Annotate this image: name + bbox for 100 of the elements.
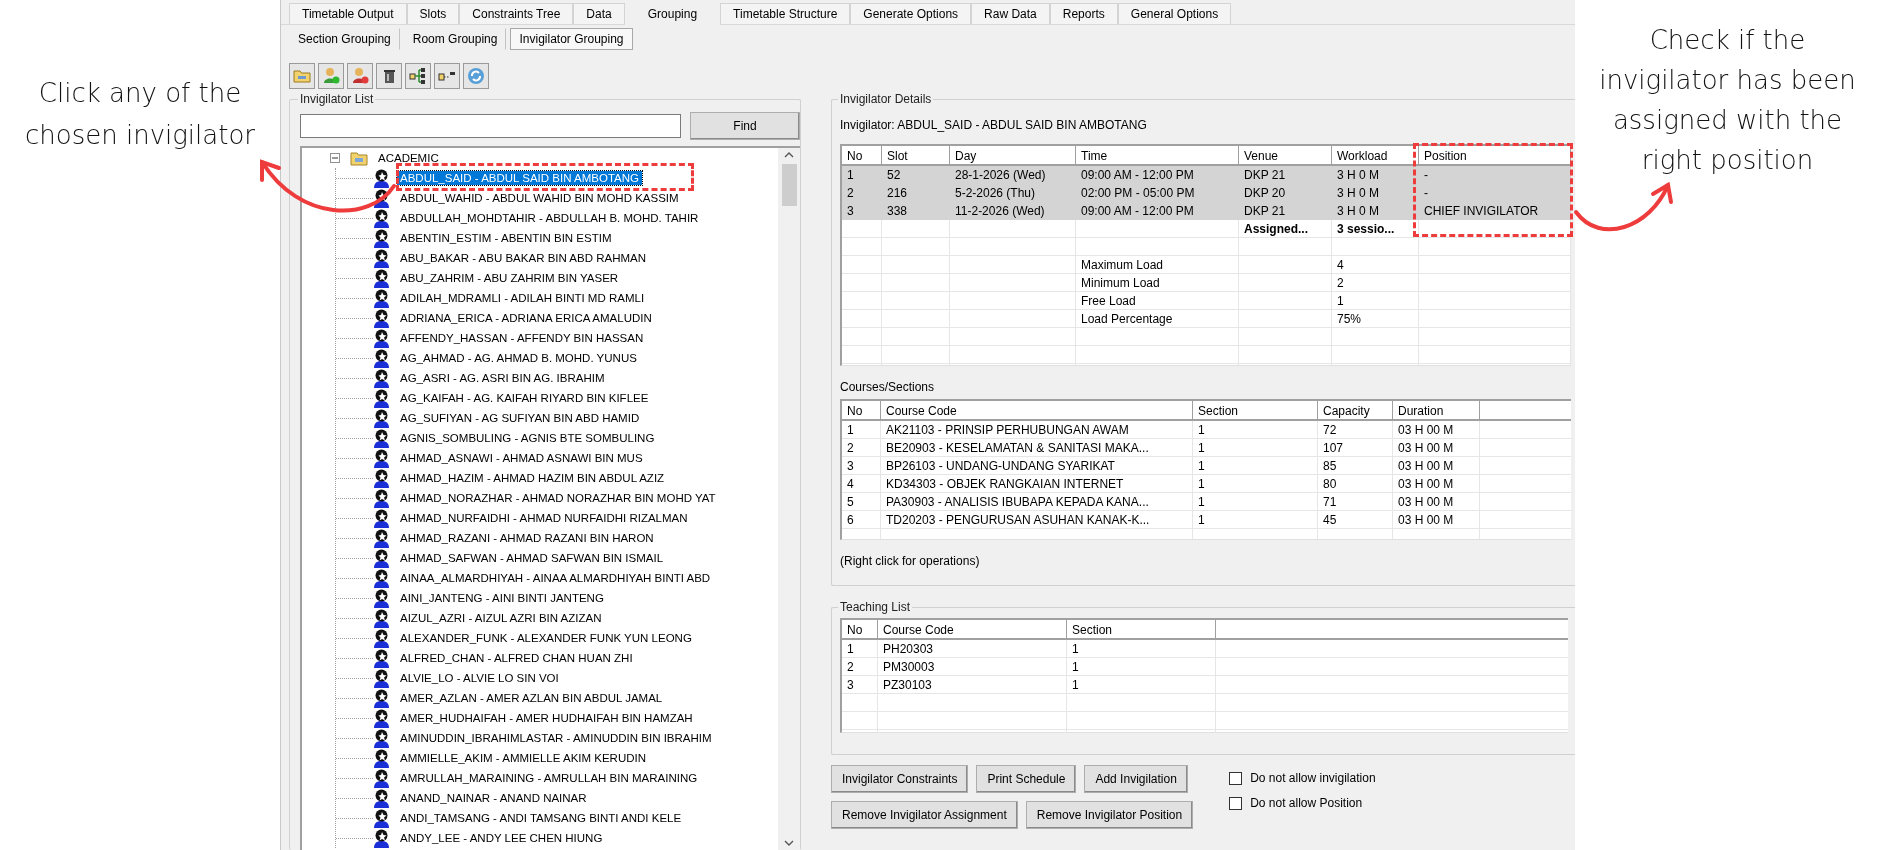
tree-item[interactable]: AINAA_ALMARDHIYAH - AINAA ALMARDHIYAH BINTI ABD	[397, 571, 714, 585]
tree-item[interactable]: AHMAD_SAFWAN - AHMAD SAFWAN BIN ISMAIL	[397, 551, 667, 565]
person-icon	[373, 208, 390, 228]
tab[interactable]: Timetable Structure	[720, 3, 851, 24]
table-cell-text: 4	[1336, 257, 1345, 274]
tab[interactable]: General Options	[1117, 3, 1232, 24]
table-cell-text: 03 H 00 M	[1397, 476, 1455, 493]
table-cell-text: 3 H 0 M	[1336, 167, 1380, 184]
table-cell-text: KD34303 - OBJEK RANGKAIAN INTERNET	[885, 476, 1125, 493]
person-icon	[373, 768, 390, 788]
find-button[interactable]: Find	[690, 112, 800, 140]
person-icon	[373, 508, 390, 528]
tab[interactable]: Generate Options	[850, 3, 972, 24]
table-cell-text: 2	[846, 659, 855, 676]
tree-item[interactable]: AFFENDY_HASSAN - AFFENDY BIN HASSAN	[397, 331, 647, 345]
table-cell-text: 1	[1071, 659, 1080, 676]
table-cell-text: PM30003	[882, 659, 936, 676]
checkbox[interactable]	[1229, 796, 1243, 810]
table-cell-text: CHIEF INVIGILATOR	[1423, 203, 1540, 220]
tab[interactable]: Invigilator Grouping	[510, 28, 633, 50]
tree-item[interactable]: ALEXANDER_FUNK - ALEXANDER FUNK YUN LEONG	[397, 631, 695, 645]
section-label: Courses/Sections	[840, 380, 936, 394]
table-row[interactable]: 1 52 28-1-2026 (Wed) 09:00 AM - 12:00 PM DKP 21 3 H 0 M -	[842, 166, 1571, 184]
table-cell-text: 03 H 00 M	[1397, 494, 1455, 511]
tree-item[interactable]: AHMAD_HAZIM - AHMAD HAZIM BIN ABDUL AZIZ	[397, 471, 668, 485]
table-cell-text: 1	[1197, 476, 1206, 493]
tree-item[interactable]: AG_SUFIYAN - AG SUFIYAN BIN ABD HAMID	[397, 411, 643, 425]
collapse-toggle[interactable]	[330, 153, 340, 163]
tree-item[interactable]: ABDULLAH_MOHDTAHIR - ABDULLAH B. MOHD. TAHIR	[397, 211, 702, 225]
table-cell-text: 1	[1197, 458, 1206, 475]
chevron-up-icon[interactable]	[784, 152, 794, 158]
tab[interactable]: Raw Data	[971, 3, 1050, 24]
tree-item[interactable]: AG_KAIFAH - AG. KAIFAH RIYARD BIN KIFLEE	[397, 391, 652, 405]
tree-item[interactable]: ABU_ZAHRIM - ABU ZAHRIM BIN YASER	[397, 271, 622, 285]
table-row[interactable]: 2 216 5-2-2026 (Thu) 02:00 PM - 05:00 PM DKP 20 3 H 0 M -	[842, 184, 1571, 202]
table-cell-text: 1	[1071, 677, 1080, 694]
tree-item[interactable]: ALVIE_LO - ALVIE LO SIN VOI	[397, 671, 562, 685]
tree-item[interactable]: AINI_JANTENG - AINI BINTI JANTENG	[397, 591, 607, 605]
tree-item[interactable]: AHMAD_NURFAIDHI - AHMAD NURFAIDHI RIZALMAN	[397, 511, 691, 525]
scrollbar-thumb[interactable]	[781, 164, 797, 206]
tree-item[interactable]: AHMAD_ASNAWI - AHMAD ASNAWI BIN MUS	[397, 451, 646, 465]
tree-item[interactable]: AMINUDDIN_IBRAHIMLASTAR - AMINUDDIN BIN IBRAHIM	[397, 731, 715, 745]
tree-item[interactable]: ABDUL_SAID - ABDUL SAID BIN AMBOTANG	[397, 171, 642, 185]
action-button[interactable]: Remove Invigilator Position	[1025, 801, 1194, 829]
chevron-down-icon[interactable]	[784, 840, 794, 846]
tab[interactable]: Constraints Tree	[459, 3, 574, 24]
tree-item[interactable]: AIZUL_AZRI - AIZUL AZRI BIN AZIZAN	[397, 611, 605, 625]
tree-icon	[408, 66, 428, 86]
table-row[interactable]: 3 338 11-2-2026 (Wed) 09:00 AM - 12:00 PM DKP 21 3 H 0 M CHIEF INVIGILATOR	[842, 202, 1571, 220]
tree-item[interactable]: ADRIANA_ERICA - ADRIANA ERICA AMALUDIN	[397, 311, 655, 325]
tree-item[interactable]: AHMAD_NORAZHAR - AHMAD NORAZHAR BIN MOHD YAT	[397, 491, 719, 505]
table-cell-text: -	[1423, 167, 1429, 184]
tree-item[interactable]: ABENTIN_ESTIM - ABENTIN BIN ESTIM	[397, 231, 615, 245]
scrollbar[interactable]	[778, 148, 800, 850]
tab[interactable]: Room Grouping	[403, 28, 507, 50]
table-cell-text: 11-2-2026 (Wed)	[954, 203, 1046, 220]
tree-item[interactable]: AHMAD_RAZANI - AHMAD RAZANI BIN HARON	[397, 531, 657, 545]
person-icon	[373, 808, 390, 828]
table-cell-text: PA30903 - ANALISIS IBUBAPA KEPADA KANA...	[885, 494, 1150, 511]
tab[interactable]: Timetable Output	[289, 3, 407, 24]
tree-item[interactable]: ADILAH_MDRAMLI - ADILAH BINTI MD RAMLI	[397, 291, 648, 305]
action-button[interactable]: Invigilator Constraints	[831, 765, 969, 793]
table-cell-text: 3	[846, 677, 855, 694]
tree-item[interactable]: AMER_AZLAN - AMER AZLAN BIN ABDUL JAMAL	[397, 691, 666, 705]
tab[interactable]: Section Grouping	[289, 28, 400, 50]
tab[interactable]: Data	[573, 3, 625, 24]
toolbar-button[interactable]	[347, 63, 373, 89]
tree-item[interactable]: AMRULLAH_MARAINING - AMRULLAH BIN MARAINING	[397, 771, 701, 785]
table-cell-text: 3	[846, 458, 855, 475]
toolbar-button[interactable]	[434, 63, 460, 89]
person-icon	[373, 728, 390, 748]
tree-item[interactable]: ANDY_LEE - ANDY LEE CHEN HIUNG	[397, 831, 606, 845]
tree-item[interactable]: ANDI_TAMSANG - ANDI TAMSANG BINTI ANDI KELE	[397, 811, 685, 825]
table-cell-text: DKP 20	[1243, 185, 1287, 202]
person-icon	[373, 788, 390, 808]
table-cell-text: 3	[846, 203, 855, 220]
action-button[interactable]: Add Invigilation	[1084, 765, 1188, 793]
tree-item[interactable]: ACADEMIC	[375, 151, 442, 165]
action-button[interactable]: Print Schedule	[976, 765, 1077, 793]
tree-item[interactable]: AMMIELLE_AKIM - AMMIELLE AKIM KERUDIN	[397, 751, 650, 765]
person-icon	[373, 608, 390, 628]
tree-item[interactable]: AGNIS_SOMBULING - AGNIS BTE SOMBULING	[397, 431, 658, 445]
checkbox[interactable]	[1229, 771, 1243, 785]
tree-item[interactable]: AG_AHMAD - AG. AHMAD B. MOHD. YUNUS	[397, 351, 640, 365]
tree-item[interactable]: AG_ASRI - AG. ASRI BIN AG. IBRAHIM	[397, 371, 608, 385]
tree-item[interactable]: ABU_BAKAR - ABU BAKAR BIN ABD RAHMAN	[397, 251, 650, 265]
tree-item[interactable]: ABDUL_WAHID - ABDUL WAHID BIN MOHD KASSIM	[397, 191, 682, 205]
table-cell-text: Assigned...	[1243, 221, 1309, 238]
person-icon	[373, 388, 390, 408]
refresh-icon	[466, 66, 486, 86]
tree-item[interactable]: ANAND_NAINAR - ANAND NAINAR	[397, 791, 590, 805]
tree-item[interactable]: ALFRED_CHAN - ALFRED CHAN HUAN ZHI	[397, 651, 636, 665]
search-field[interactable]	[300, 114, 681, 138]
toolbar-button[interactable]	[376, 63, 402, 89]
toolbar-button[interactable]	[405, 63, 431, 89]
table-cell-text: 338	[886, 203, 909, 220]
action-button[interactable]: Remove Invigilator Assignment	[831, 801, 1018, 829]
tab[interactable]: Slots	[406, 3, 460, 24]
tab[interactable]: Reports	[1049, 3, 1118, 24]
tree-item[interactable]: AMER_HUDHAIFAH - AMER HUDHAIFAH BIN HAMZAH	[397, 711, 696, 725]
